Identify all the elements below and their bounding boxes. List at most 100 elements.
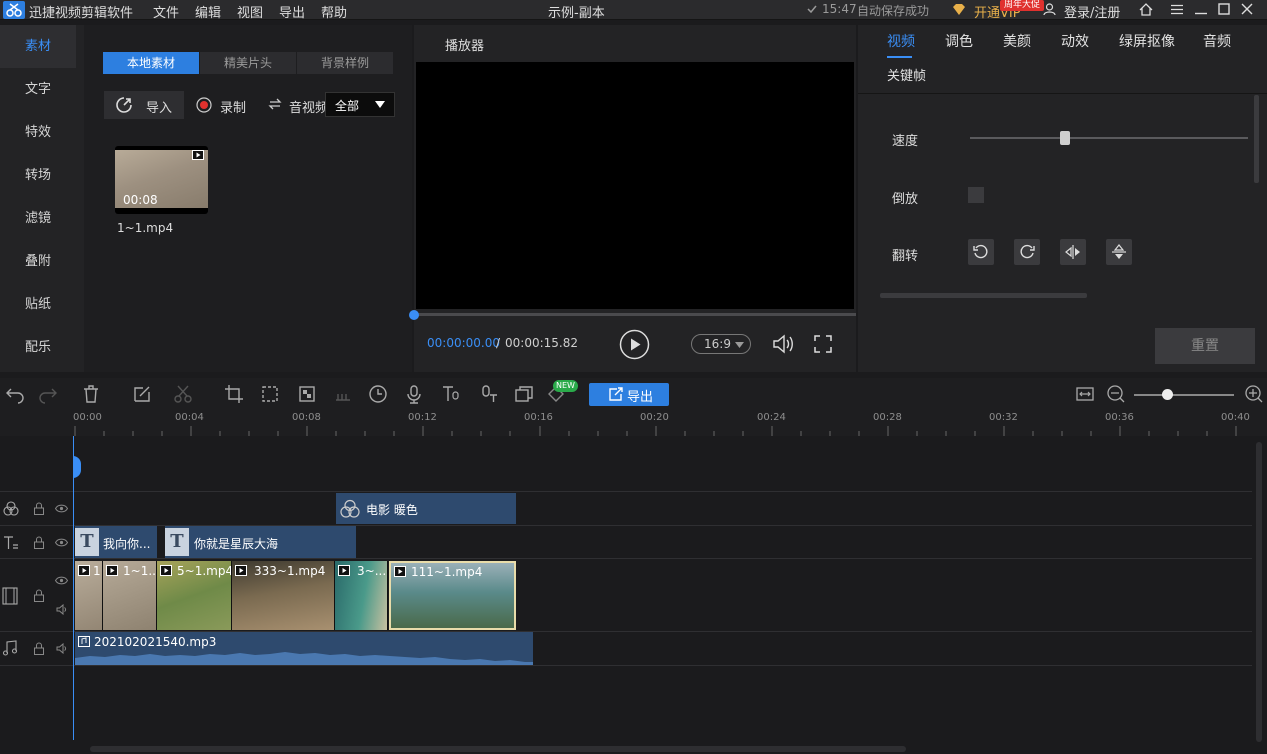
tab-beauty[interactable]: 美颜 <box>1003 31 1031 51</box>
ratio-value: 16:9 <box>704 337 731 351</box>
tab-video[interactable]: 视频 <box>887 31 915 51</box>
mosaic-icon[interactable] <box>297 384 317 404</box>
tab-motion[interactable]: 动效 <box>1061 31 1089 51</box>
video-track-icon <box>2 587 18 605</box>
cut-icon[interactable] <box>173 384 193 404</box>
video-clip[interactable]: 1~1... <box>103 561 157 630</box>
layers-icon[interactable] <box>514 384 534 404</box>
fit-timeline-icon[interactable] <box>1075 384 1095 404</box>
tab-backgrounds[interactable]: 背景样例 <box>297 52 393 74</box>
video-clip[interactable]: 333~1.mp4 <box>232 561 335 630</box>
freeze-icon[interactable] <box>333 384 353 404</box>
tab-intros[interactable]: 精美片头 <box>200 52 296 74</box>
filter-clip[interactable]: 电影 暖色 <box>336 493 516 524</box>
speed-slider-thumb[interactable] <box>1059 131 1070 145</box>
zoom-slider-thumb[interactable] <box>1162 389 1173 400</box>
timeline-ruler[interactable]: 00:00 00:04 00:08 00:12 00:16 00:20 00:2… <box>0 410 1267 436</box>
volume-icon[interactable] <box>771 332 795 356</box>
zoom-slider[interactable] <box>1134 389 1234 400</box>
nav-transitions[interactable]: 转场 <box>0 154 76 197</box>
menu-edit[interactable]: 编辑 <box>195 2 221 21</box>
lock-icon[interactable] <box>33 502 45 515</box>
tab-chroma-key[interactable]: 绿屏抠像 <box>1119 31 1175 51</box>
lock-icon[interactable] <box>33 589 45 602</box>
nav-overlay[interactable]: 叠附 <box>0 240 76 283</box>
delete-icon[interactable] <box>81 384 101 404</box>
media-clip-thumbnail[interactable]: 00:08 <box>115 146 208 214</box>
nav-filters[interactable]: 滤镜 <box>0 197 76 240</box>
redo-icon[interactable] <box>38 384 58 404</box>
rotate-left-button[interactable] <box>968 239 994 265</box>
eye-icon[interactable] <box>55 504 68 513</box>
reverse-checkbox[interactable] <box>968 187 984 203</box>
frame-icon[interactable] <box>260 384 280 404</box>
video-clip[interactable]: 3~... <box>335 561 388 630</box>
eye-icon[interactable] <box>55 576 68 585</box>
playhead[interactable] <box>73 436 74 740</box>
text-to-speech-icon[interactable] <box>441 384 461 404</box>
record-icon[interactable] <box>196 97 212 113</box>
progress-handle[interactable] <box>409 310 419 320</box>
progress-track[interactable] <box>414 313 856 316</box>
eye-icon[interactable] <box>55 538 68 547</box>
menu-help[interactable]: 帮助 <box>321 2 347 21</box>
timeline-tracks[interactable]: 电影 暖色 T 我向你... T 你就是星辰大海 1 1~1... 5~1.mp… <box>0 436 1262 742</box>
maximize-icon[interactable] <box>1218 3 1230 15</box>
text-clip[interactable]: T 你就是星辰大海 <box>165 526 356 558</box>
horizontal-scrollbar[interactable] <box>880 293 1087 298</box>
reset-button[interactable]: 重置 <box>1155 328 1255 364</box>
close-icon[interactable] <box>1241 3 1253 15</box>
tab-local-media[interactable]: 本地素材 <box>103 52 199 74</box>
speaker-icon[interactable] <box>56 604 68 615</box>
tab-keyframe[interactable]: 关键帧 <box>887 65 926 84</box>
nav-effects[interactable]: 特效 <box>0 111 76 154</box>
menu-icon[interactable] <box>1171 4 1183 15</box>
fullscreen-icon[interactable] <box>814 335 832 353</box>
audio-clip[interactable]: 202102021540.mp3 <box>75 632 533 665</box>
nav-music[interactable]: 配乐 <box>0 326 76 369</box>
video-clip[interactable]: 5~1.mp4 <box>157 561 232 630</box>
tab-color[interactable]: 调色 <box>945 31 973 51</box>
title-bar: 迅捷视频剪辑软件 文件 编辑 视图 导出 帮助 示例-副本 15:47 自动保存… <box>0 0 1267 21</box>
clock-icon[interactable] <box>368 384 388 404</box>
speech-to-text-icon[interactable] <box>479 384 499 404</box>
nav-text[interactable]: 文字 <box>0 68 76 111</box>
lock-icon[interactable] <box>33 536 45 549</box>
nav-stickers[interactable]: 贴纸 <box>0 283 76 326</box>
ratio-select[interactable]: 16:9 <box>691 334 751 354</box>
login-button[interactable]: 登录/注册 <box>1064 2 1120 21</box>
tab-audio[interactable]: 音频 <box>1203 31 1231 51</box>
flip-vertical-button[interactable] <box>1106 239 1132 265</box>
import-button[interactable]: 导入 <box>104 91 184 119</box>
undo-icon[interactable] <box>5 384 25 404</box>
home-icon[interactable] <box>1139 3 1153 16</box>
text-clip[interactable]: T 我向你... <box>75 526 157 558</box>
video-clip-label: 3~... <box>357 564 387 578</box>
edit-icon[interactable] <box>132 384 152 404</box>
video-clip-selected[interactable]: 111~1.mp4 <box>389 561 516 630</box>
menu-view[interactable]: 视图 <box>237 2 263 21</box>
filter-select[interactable]: 全部 <box>325 92 395 117</box>
minimize-icon[interactable] <box>1195 4 1207 15</box>
record-button[interactable]: 录制 <box>220 97 246 116</box>
play-button[interactable] <box>619 329 650 360</box>
playhead-handle[interactable] <box>73 456 81 478</box>
tracks-vertical-scrollbar[interactable] <box>1256 442 1262 742</box>
lock-icon[interactable] <box>33 642 45 655</box>
flip-horizontal-button[interactable] <box>1060 239 1086 265</box>
speed-slider[interactable] <box>970 131 1248 145</box>
zoom-in-icon[interactable] <box>1244 384 1264 404</box>
crop-icon[interactable] <box>224 384 244 404</box>
microphone-icon[interactable] <box>404 384 424 404</box>
nav-media[interactable]: 素材 <box>0 25 76 68</box>
vertical-scrollbar[interactable] <box>1254 95 1259 183</box>
video-clip[interactable]: 1 <box>75 561 103 630</box>
video-preview[interactable] <box>416 62 854 309</box>
speaker-icon[interactable] <box>56 643 68 654</box>
menu-file[interactable]: 文件 <box>153 2 179 21</box>
zoom-out-icon[interactable] <box>1106 384 1126 404</box>
menu-export[interactable]: 导出 <box>279 2 305 21</box>
tracks-horizontal-scrollbar[interactable] <box>90 746 906 752</box>
export-button[interactable]: 导出 <box>589 383 669 406</box>
rotate-right-button[interactable] <box>1014 239 1040 265</box>
